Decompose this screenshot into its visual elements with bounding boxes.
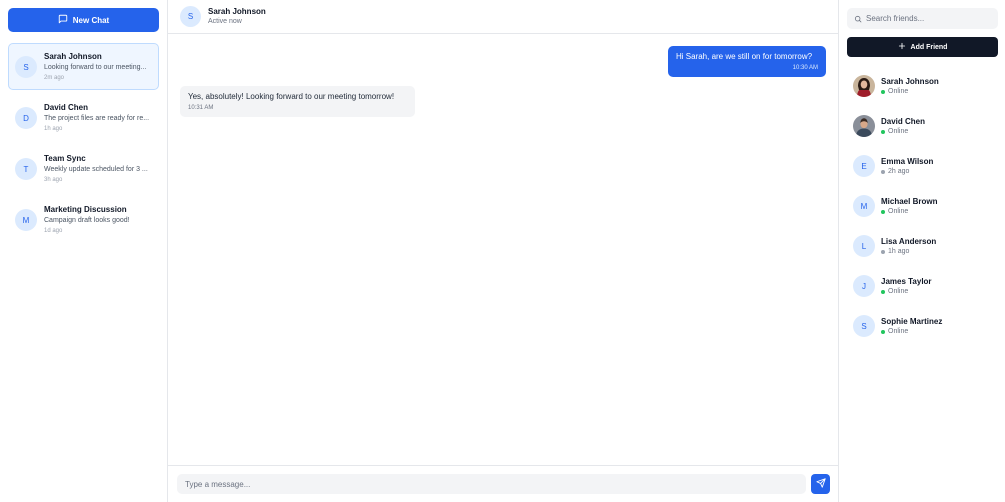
friend-status: Online [881, 87, 939, 97]
friend-status-text: Online [888, 207, 909, 215]
friend-status-text: Online [888, 127, 909, 135]
chat-header: S Sarah Johnson Active now [168, 0, 838, 34]
add-friend-button[interactable]: Add Friend [847, 37, 998, 57]
chat-contact-status: Active now [208, 18, 242, 25]
message-input[interactable] [177, 474, 806, 494]
message-list: Hi Sarah, are we still on for tomorrow? … [168, 34, 838, 465]
avatar: M [853, 195, 875, 217]
plus-icon [898, 42, 906, 52]
conversation-sidebar: New Chat S Sarah Johnson Looking forward… [0, 0, 168, 502]
message-composer [168, 465, 838, 502]
search-icon [854, 10, 862, 28]
conversation-name: David Chen [44, 103, 89, 112]
status-away-icon [881, 249, 885, 254]
avatar: S [853, 315, 875, 337]
friend-name: Emma Wilson [881, 156, 934, 166]
friend-name: Sarah Johnson [881, 76, 939, 86]
friend-item-lisa-anderson[interactable]: L Lisa Anderson 1h ago [847, 235, 997, 257]
friend-item-emma-wilson[interactable]: E Emma Wilson 2h ago [847, 155, 997, 177]
conversation-time: 1d ago [44, 228, 63, 234]
friend-status-text: Online [888, 287, 909, 295]
avatar-photo [853, 115, 875, 137]
message-square-icon [58, 14, 68, 26]
conversation-preview: Looking forward to our meeting... [44, 64, 147, 71]
friend-status-text: Online [888, 87, 909, 95]
friend-name: James Taylor [881, 276, 932, 286]
avatar: D [15, 107, 37, 129]
friend-status: Online [881, 127, 925, 137]
conversation-preview: The project files are ready for re... [44, 115, 150, 122]
conversation-item-david-chen[interactable]: D David Chen The project files are ready… [8, 94, 159, 141]
avatar-photo [853, 75, 875, 97]
status-online-icon [881, 329, 885, 334]
message-time: 10:31 AM [188, 105, 214, 111]
friend-name: David Chen [881, 116, 926, 126]
friend-status: 2h ago [881, 167, 933, 177]
chat-app: New Chat S Sarah Johnson Looking forward… [0, 0, 1005, 502]
friend-status-text: Online [888, 327, 909, 335]
conversation-item-team-sync[interactable]: T Team Sync Weekly update scheduled for … [8, 145, 159, 192]
status-online-icon [881, 289, 885, 294]
conversation-preview: Weekly update scheduled for 3 ... [44, 166, 148, 173]
message-text: Yes, absolutely! Looking forward to our … [188, 92, 395, 101]
friend-item-michael-brown[interactable]: M Michael Brown Online [847, 195, 997, 217]
friend-status-text: 2h ago [888, 167, 910, 175]
send-button[interactable] [811, 474, 830, 494]
friend-search [847, 8, 998, 29]
conversation-list: S Sarah Johnson Looking forward to our m… [8, 43, 159, 243]
friend-name: Michael Brown [881, 196, 938, 206]
message-incoming: Yes, absolutely! Looking forward to our … [180, 86, 415, 117]
add-friend-label: Add Friend [910, 43, 948, 51]
avatar: J [853, 275, 875, 297]
avatar: S [15, 56, 37, 78]
status-online-icon [881, 129, 885, 134]
friends-sidebar: Add Friend Sarah Johnson Online [838, 0, 1005, 502]
friend-name: Sophie Martinez [881, 316, 943, 326]
message-outgoing: Hi Sarah, are we still on for tomorrow? … [668, 46, 826, 77]
new-chat-label: New Chat [72, 15, 110, 25]
conversation-time: 1h ago [44, 126, 63, 132]
avatar: S [180, 6, 201, 27]
conversation-item-marketing-discussion[interactable]: M Marketing Discussion Campaign draft lo… [8, 196, 159, 243]
conversation-name: Marketing Discussion [44, 205, 127, 214]
conversation-time: 2m ago [44, 75, 65, 81]
friend-status-text: 1h ago [888, 247, 910, 255]
chat-panel: S Sarah Johnson Active now Hi Sarah, are… [168, 0, 838, 502]
friend-item-sophie-martinez[interactable]: S Sophie Martinez Online [847, 315, 997, 337]
status-online-icon [881, 209, 885, 214]
avatar: T [15, 158, 37, 180]
new-chat-button[interactable]: New Chat [8, 8, 159, 32]
message-time: 10:30 AM [792, 65, 818, 71]
friend-item-james-taylor[interactable]: J James Taylor Online [847, 275, 997, 297]
conversation-time: 3h ago [44, 177, 63, 183]
friend-name: Lisa Anderson [881, 236, 937, 246]
friend-status: Online [881, 207, 937, 217]
friend-item-david-chen[interactable]: David Chen Online [847, 115, 997, 137]
send-icon [815, 475, 826, 493]
avatar: E [853, 155, 875, 177]
avatar: L [853, 235, 875, 257]
friend-list: Sarah Johnson Online David Chen Online E… [847, 75, 997, 337]
chat-contact-name: Sarah Johnson [208, 7, 266, 16]
friend-status: 1h ago [881, 247, 936, 257]
status-away-icon [881, 169, 885, 174]
conversation-item-sarah-johnson[interactable]: S Sarah Johnson Looking forward to our m… [8, 43, 159, 90]
conversation-preview: Campaign draft looks good! [44, 217, 130, 224]
conversation-name: Sarah Johnson [44, 52, 102, 61]
conversation-name: Team Sync [44, 154, 86, 163]
friend-status: Online [881, 287, 932, 297]
search-friends-input[interactable] [866, 14, 991, 23]
avatar: M [15, 209, 37, 231]
friend-status: Online [881, 327, 942, 337]
status-online-icon [881, 89, 885, 94]
message-text: Hi Sarah, are we still on for tomorrow? [676, 52, 813, 61]
friend-item-sarah-johnson[interactable]: Sarah Johnson Online [847, 75, 997, 97]
